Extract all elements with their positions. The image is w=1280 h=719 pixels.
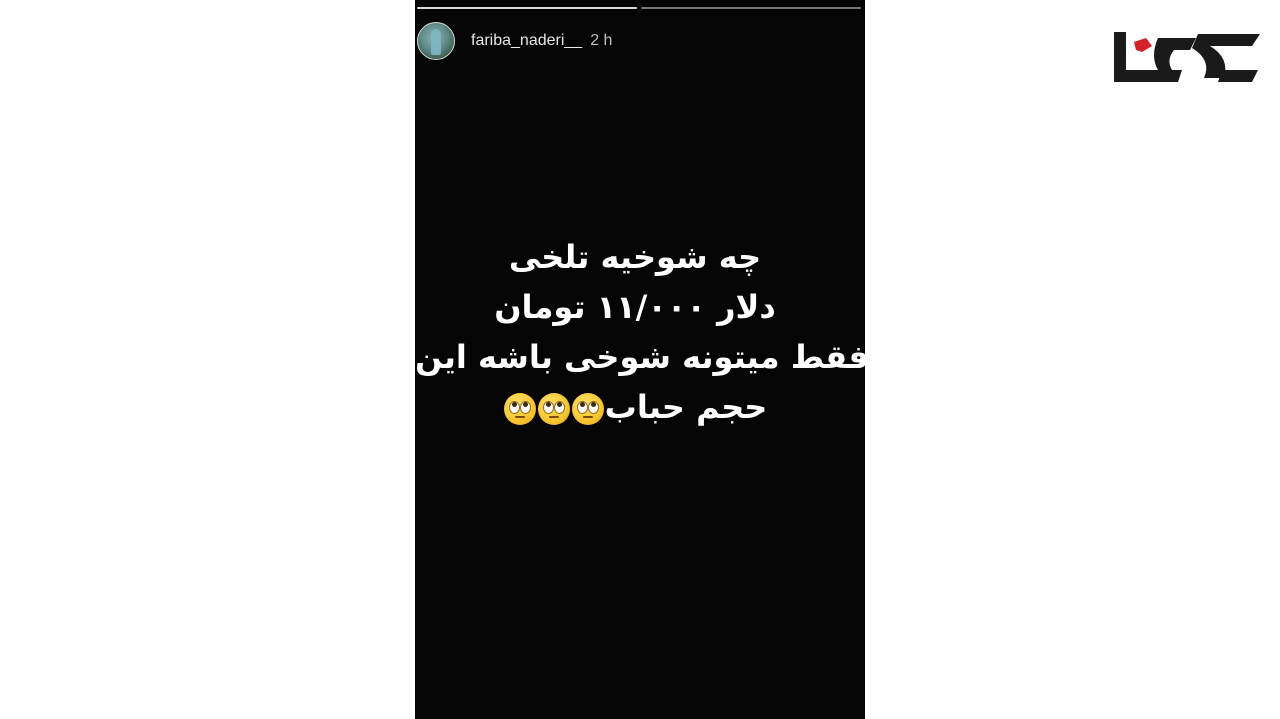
profile-avatar[interactable] [417, 22, 455, 60]
story-text-line-with-emoji: حجم حباب [415, 382, 855, 432]
progress-segment [417, 7, 637, 9]
progress-segment [641, 7, 861, 9]
rolling-eyes-emoji-icon [571, 393, 604, 425]
story-text-line: فقط میتونه شوخی باشه این [415, 338, 865, 376]
story-viewer[interactable]: fariba_naderi__ 2 h چه شوخیه تلخی دلار ۱… [415, 0, 865, 719]
logo-accent-mark [1134, 38, 1152, 52]
story-progress-bar [417, 7, 861, 9]
post-time: 2 h [590, 32, 613, 49]
story-text-line: حجم حباب [604, 388, 768, 426]
story-text: چه شوخیه تلخی دلار ۱۱/۰۰۰ تومان فقط میتو… [415, 232, 865, 432]
brand-logo-icon [1114, 32, 1260, 82]
story-text-line: دلار ۱۱/۰۰۰ تومان [494, 288, 776, 326]
rolling-eyes-emoji-icon [537, 393, 570, 425]
username[interactable]: fariba_naderi__ [471, 32, 582, 50]
page: fariba_naderi__ 2 h چه شوخیه تلخی دلار ۱… [0, 0, 1280, 719]
story-header: fariba_naderi__ 2 h [417, 22, 612, 60]
story-text-line: چه شوخیه تلخی [508, 238, 762, 276]
rolling-eyes-emoji-icon [503, 393, 536, 425]
